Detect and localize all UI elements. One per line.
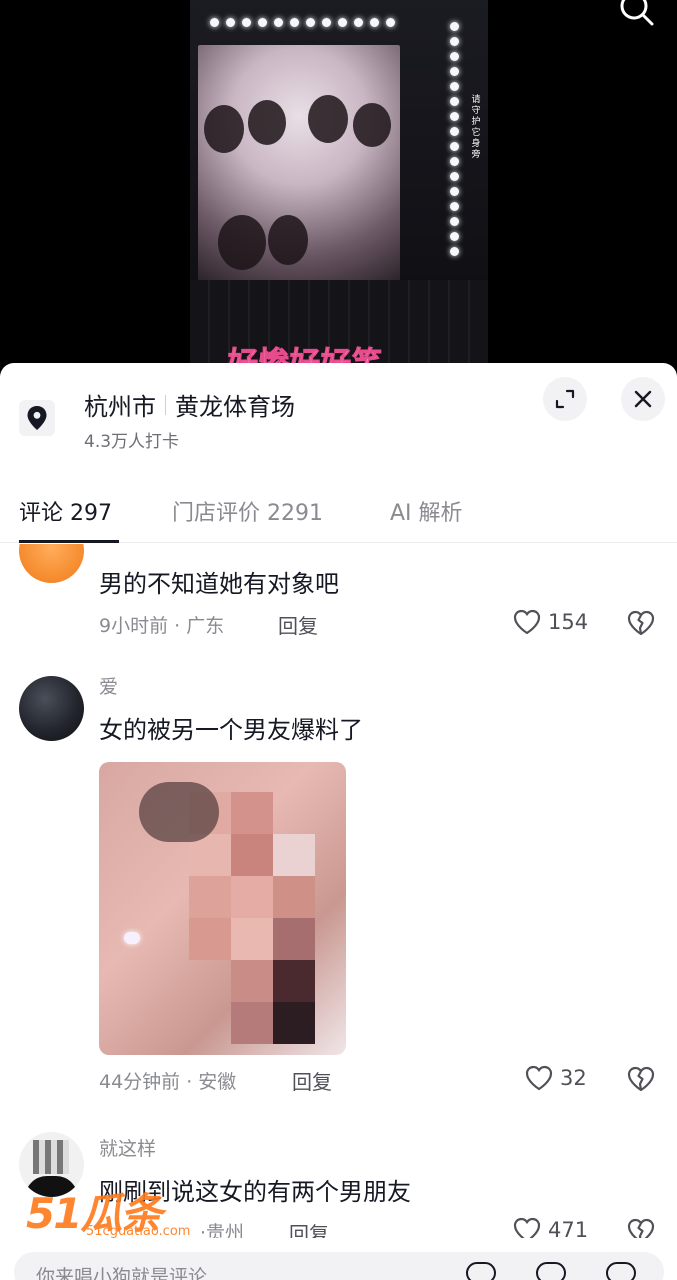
like-count: 154 (548, 610, 589, 634)
close-icon (634, 390, 652, 408)
expand-button[interactable] (543, 377, 587, 421)
image-icon[interactable] (466, 1262, 496, 1280)
heart-icon (525, 1065, 553, 1091)
broken-heart-icon (627, 610, 655, 636)
watermark-logo: 51瓜条 51cguatiao.com (26, 1180, 190, 1241)
search-icon (620, 0, 654, 26)
comment-meta: 44分钟前 · 安徽 (99, 1071, 237, 1093)
broken-heart-icon (627, 1066, 655, 1092)
like-count: 32 (560, 1066, 587, 1090)
tab-bar: 评论 297 门店评价 2291 AI 解析 (0, 481, 677, 543)
comment-username[interactable]: 就这样 (99, 1134, 156, 1161)
location-title: 杭州市 黄龙体育场 (84, 387, 295, 422)
comment-text: 男的不知道她有对象吧 (99, 570, 339, 598)
like-button[interactable]: 154 (512, 608, 588, 636)
title-divider (165, 394, 166, 415)
comment-list: 男的不知道她有对象吧 9小时前 · 广东 回复 154 爱 女的被另一个男友爆料… (0, 544, 677, 1244)
location-pin-icon (19, 400, 55, 436)
stage-screen (198, 45, 400, 283)
tab-ai-analysis[interactable]: AI 解析 (390, 495, 463, 527)
comment-username[interactable]: 爱 (99, 672, 118, 699)
comment-input-placeholder: 你来唱小狗就是评论 (36, 1266, 208, 1280)
crowd-figure (308, 95, 348, 143)
location-header[interactable]: 杭州市 黄龙体育场 4.3万人打卡 (0, 363, 677, 463)
tab-store-reviews[interactable]: 门店评价 2291 (172, 495, 323, 527)
crowd-figure (268, 215, 308, 265)
like-button[interactable]: 32 (524, 1064, 587, 1092)
reply-button[interactable]: 回复 (278, 610, 318, 639)
crowd-figure (353, 103, 391, 147)
at-icon[interactable] (536, 1262, 566, 1280)
avatar[interactable] (19, 544, 84, 583)
comments-sheet: 杭州市 黄龙体育场 4.3万人打卡 评论 297 门店评价 2291 AI 解析… (0, 363, 677, 1280)
location-checkins: 4.3万人打卡 (84, 432, 180, 452)
reply-button[interactable]: 回复 (292, 1066, 332, 1095)
led-strip-side (450, 22, 459, 256)
comment-meta: 9小时前 · 广东 (99, 615, 225, 637)
active-tab-indicator (19, 540, 119, 543)
dislike-button[interactable] (626, 1064, 656, 1094)
crowd-figure (204, 105, 244, 153)
comment-text: 女的被另一个男友爆料了 (99, 716, 363, 744)
led-strip-top (210, 18, 395, 27)
watermark-url: 51cguatiao.com (86, 1224, 191, 1239)
expand-icon (555, 389, 575, 409)
heart-icon (513, 609, 541, 635)
dislike-button[interactable] (626, 608, 656, 638)
tab-comments[interactable]: 评论 297 (19, 495, 112, 527)
stage-side-text: 请守护它身旁 (471, 95, 481, 160)
comment-input-bar: 你来唱小狗就是评论 (0, 1238, 677, 1280)
crowd-figure (248, 100, 286, 145)
location-place: 黄龙体育场 (175, 393, 295, 421)
search-button[interactable] (614, 0, 658, 26)
crowd-figure (218, 215, 266, 270)
close-button[interactable] (621, 377, 665, 421)
video-player[interactable]: 请守护它身旁 好惨好好笑 (0, 0, 677, 372)
emoji-icon[interactable] (606, 1262, 636, 1280)
location-city: 杭州市 (84, 393, 156, 421)
comment-image[interactable] (99, 762, 346, 1055)
avatar[interactable] (19, 676, 84, 741)
